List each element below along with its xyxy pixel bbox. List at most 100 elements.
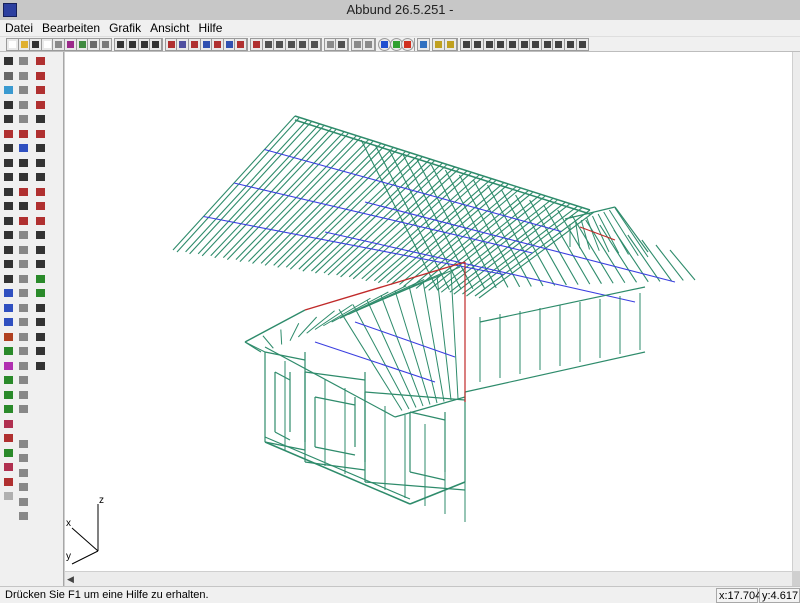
rotate-tool[interactable] xyxy=(3,187,15,198)
arc-tool[interactable] xyxy=(3,230,15,241)
mesh-tool[interactable] xyxy=(18,375,30,386)
wall-tool-tool[interactable] xyxy=(3,56,15,67)
flag-tool[interactable] xyxy=(35,129,47,140)
pencil-tool[interactable] xyxy=(3,491,15,502)
grid-fill-tool[interactable] xyxy=(35,158,47,169)
plane-tool[interactable] xyxy=(18,71,30,82)
3d-object-tool[interactable] xyxy=(3,85,15,96)
layers4-tool[interactable] xyxy=(18,303,30,314)
cycle-tool[interactable] xyxy=(3,477,15,488)
delete-x-tool[interactable] xyxy=(3,100,15,111)
node-tool[interactable] xyxy=(35,71,47,82)
ellipse-tool[interactable] xyxy=(3,245,15,256)
align5-tool[interactable] xyxy=(35,361,47,372)
chart-tool[interactable] xyxy=(35,245,47,256)
slash-tool[interactable] xyxy=(3,375,15,386)
target-tool[interactable] xyxy=(3,361,15,372)
pattern-tool[interactable] xyxy=(18,187,30,198)
hat-tool[interactable] xyxy=(18,468,30,479)
hat4-tool[interactable] xyxy=(18,511,30,522)
frame-tool[interactable] xyxy=(18,172,30,183)
measure-tool[interactable] xyxy=(3,129,15,140)
menu-hilfe[interactable]: Hilfe xyxy=(193,20,226,36)
cut-tool[interactable] xyxy=(3,332,15,343)
trim-tool[interactable] xyxy=(35,187,47,198)
menu-datei[interactable]: Datei xyxy=(0,20,37,36)
hat3-tool[interactable] xyxy=(18,497,30,508)
window-11-button[interactable] xyxy=(576,38,589,51)
vertical-scrollbar[interactable] xyxy=(792,52,800,571)
bracket-tool[interactable] xyxy=(18,439,30,450)
triangle-tool[interactable] xyxy=(3,158,15,169)
drill-tool[interactable] xyxy=(18,361,30,372)
context-help-button[interactable] xyxy=(444,38,457,51)
photo-tool[interactable] xyxy=(35,274,47,285)
align3-tool[interactable] xyxy=(35,332,47,343)
branch-tool[interactable] xyxy=(35,100,47,111)
rectangle-tool[interactable] xyxy=(3,201,15,212)
chart2-tool[interactable] xyxy=(35,259,47,270)
steps-tool[interactable] xyxy=(18,259,30,270)
mesh3-tool[interactable] xyxy=(18,404,30,415)
slash2-tool[interactable] xyxy=(3,390,15,401)
align4-tool[interactable] xyxy=(35,346,47,357)
horizontal-scrollbar[interactable]: ◀ xyxy=(65,571,792,586)
align-tool[interactable] xyxy=(35,303,47,314)
checkmark-tool[interactable] xyxy=(35,230,47,241)
align2-tool[interactable] xyxy=(35,317,47,328)
layers-tool[interactable] xyxy=(18,216,30,227)
hat2-tool[interactable] xyxy=(18,482,30,493)
blue-box-tool[interactable] xyxy=(18,143,30,154)
point-tool[interactable] xyxy=(35,56,47,67)
curve-tool[interactable] xyxy=(3,259,15,270)
paint-tool[interactable] xyxy=(3,346,15,357)
view-split-button[interactable] xyxy=(149,38,162,51)
menu-grafik[interactable]: Grafik xyxy=(104,20,145,36)
split-tool[interactable] xyxy=(35,216,47,227)
photo2-tool[interactable] xyxy=(35,288,47,299)
bracket2-tool[interactable] xyxy=(18,453,30,464)
roof-blue-tool[interactable] xyxy=(3,288,15,299)
star-tool[interactable] xyxy=(35,114,47,125)
slash3-tool[interactable] xyxy=(3,404,15,415)
3d-model-view[interactable]: z x y xyxy=(65,52,792,571)
menu-ansicht[interactable]: Ansicht xyxy=(145,20,193,36)
circle-tool[interactable] xyxy=(3,216,15,227)
joint-tool[interactable] xyxy=(3,433,15,444)
zoom-all-button[interactable] xyxy=(308,38,321,51)
framing-tool[interactable] xyxy=(3,71,15,82)
joint3-tool[interactable] xyxy=(3,462,15,473)
cube2-tool[interactable] xyxy=(18,346,30,357)
cube-tool[interactable] xyxy=(18,332,30,343)
scroll-left-icon[interactable]: ◀ xyxy=(67,574,77,584)
hatch-button[interactable] xyxy=(234,38,247,51)
angle-tool[interactable] xyxy=(3,274,15,285)
roof-outline-tool[interactable] xyxy=(3,303,15,314)
stop-tool[interactable] xyxy=(18,114,30,125)
mesh2-tool[interactable] xyxy=(18,390,30,401)
beam-tool[interactable] xyxy=(3,317,15,328)
parallelogram-tool[interactable] xyxy=(18,158,30,169)
square-outline-tool[interactable] xyxy=(35,143,47,154)
layers5-tool[interactable] xyxy=(18,317,30,328)
text-tool[interactable] xyxy=(3,172,15,183)
cancel-button[interactable] xyxy=(362,38,375,51)
ruler-tool[interactable] xyxy=(18,245,30,256)
tree-tool[interactable] xyxy=(35,85,47,96)
dimension-tool[interactable] xyxy=(3,143,15,154)
box-tool[interactable] xyxy=(18,85,30,96)
menu-bearbeiten[interactable]: Bearbeiten xyxy=(37,20,104,36)
cross-tool[interactable] xyxy=(18,100,30,111)
layers3-tool[interactable] xyxy=(18,288,30,299)
drawing-viewport[interactable]: z x y xyxy=(65,52,792,571)
info-red-button[interactable] xyxy=(401,38,414,51)
grid-small-tool[interactable] xyxy=(35,172,47,183)
image-tool[interactable] xyxy=(18,230,30,241)
layers2-tool[interactable] xyxy=(18,274,30,285)
red-box-tool[interactable] xyxy=(18,129,30,140)
arch-tool[interactable] xyxy=(3,419,15,430)
joint2-tool[interactable] xyxy=(3,448,15,459)
trim2-tool[interactable] xyxy=(35,201,47,212)
grid-tool[interactable] xyxy=(18,56,30,67)
edit-button[interactable] xyxy=(335,38,348,51)
